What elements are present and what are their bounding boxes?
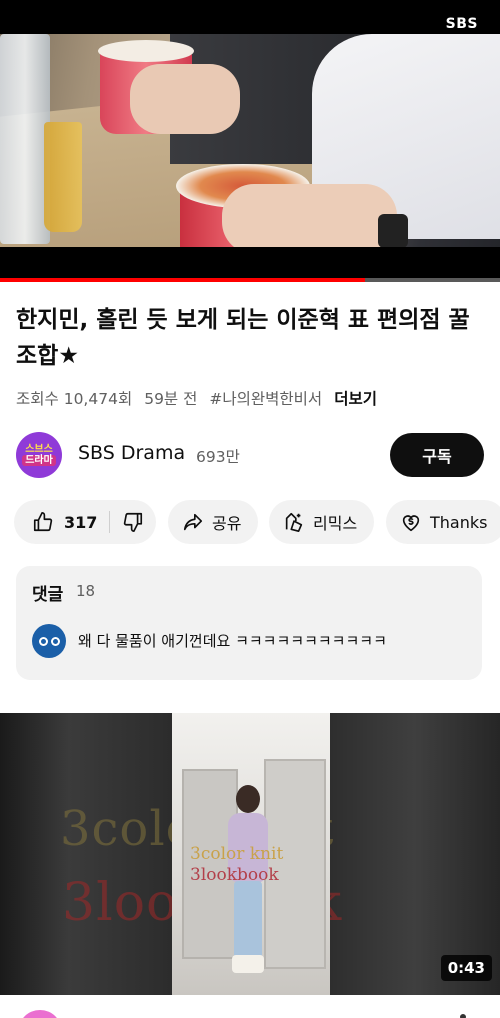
- next-video-channel-avatar[interactable]: [18, 1010, 62, 1018]
- comments-heading: 댓글: [32, 585, 64, 605]
- like-dislike-chip: 317: [14, 500, 156, 544]
- video-title[interactable]: 한지민, 홀린 듯 보게 되는 이준혁 표 편의점 꿀 조합★: [16, 302, 486, 374]
- subscriber-count: 693만: [196, 448, 240, 466]
- action-chips: 317 공유 리믹스 Thanks: [14, 500, 500, 544]
- thanks-label: Thanks: [430, 512, 488, 532]
- channel-watermark: SBS: [445, 16, 478, 32]
- video-scene-watch: [378, 214, 408, 247]
- duration-badge: 0:43: [440, 955, 492, 981]
- like-button[interactable]: 317: [14, 500, 97, 544]
- channel-avatar[interactable]: 스브스 드라마: [16, 432, 62, 478]
- share-button[interactable]: 공유: [168, 500, 258, 544]
- comments-panel[interactable]: 댓글 18 왜 다 물품이 애기껀데요 ㅋㅋㅋㅋㅋㅋㅋㅋㅋㅋㅋ: [16, 566, 482, 680]
- person-shoes: [232, 955, 264, 973]
- video-scene-hand: [130, 64, 240, 134]
- video-scene-bottle: [0, 34, 50, 244]
- share-label: 공유: [212, 514, 242, 533]
- person-head: [236, 785, 260, 813]
- video-details-sheet: 한지민, 홀린 듯 보게 되는 이준혁 표 편의점 꿀 조합★ 조회수 10,4…: [0, 282, 500, 1018]
- comments-count: 18: [76, 582, 96, 600]
- upload-age: 59분 전: [144, 390, 198, 408]
- avatar-text-line2: 드라마: [22, 455, 56, 466]
- video-scene-noodle-cup-rim: [98, 40, 194, 62]
- subscribe-button[interactable]: 구독: [390, 433, 484, 477]
- commenter-avatar: [32, 624, 66, 658]
- avatar-eye-icon: [51, 637, 60, 646]
- thumbs-down-icon: [122, 511, 144, 533]
- video-player[interactable]: SBS: [0, 0, 500, 282]
- channel-name[interactable]: SBS Drama: [78, 442, 185, 464]
- person-legs: [234, 881, 262, 959]
- thumbnail-right-panel: [330, 713, 500, 995]
- channel-row[interactable]: 스브스 드라마 SBS Drama 693만 구독: [16, 432, 484, 478]
- video-frame[interactable]: [0, 34, 500, 247]
- thumbnail-person: [224, 785, 272, 985]
- hashtag-link[interactable]: #나의완벽한비서: [209, 387, 322, 409]
- view-count: 조회수 10,474회: [16, 390, 133, 408]
- video-meta[interactable]: 조회수 10,474회 59분 전 #나의완벽한비서 더보기: [16, 387, 377, 409]
- top-comment-text: 왜 다 물품이 애기껀데요 ㅋㅋㅋㅋㅋㅋㅋㅋㅋㅋㅋ: [78, 632, 387, 650]
- dislike-button[interactable]: [110, 500, 144, 544]
- thanks-heart-icon: [400, 511, 422, 533]
- thanks-button[interactable]: Thanks: [386, 500, 500, 544]
- more-options-icon[interactable]: [460, 1014, 466, 1018]
- avatar-text-line1: 스브스: [25, 444, 53, 455]
- remix-icon: [283, 511, 305, 533]
- like-count: 317: [64, 512, 98, 532]
- video-scene-hand: [222, 184, 397, 247]
- video-scene-cup: [44, 122, 82, 232]
- remix-label: 리믹스: [313, 514, 358, 533]
- more-button[interactable]: 더보기: [334, 387, 377, 409]
- thumbs-up-icon: [32, 511, 54, 533]
- avatar-eye-icon: [39, 637, 48, 646]
- remix-button[interactable]: 리믹스: [269, 500, 374, 544]
- next-video-thumbnail[interactable]: 3color knit 3lookbook 3color knit 3lookb…: [0, 713, 500, 995]
- share-icon: [182, 511, 204, 533]
- thumbnail-caption: 3lookbook: [190, 865, 279, 885]
- thumbnail-caption: 3color knit: [190, 844, 284, 864]
